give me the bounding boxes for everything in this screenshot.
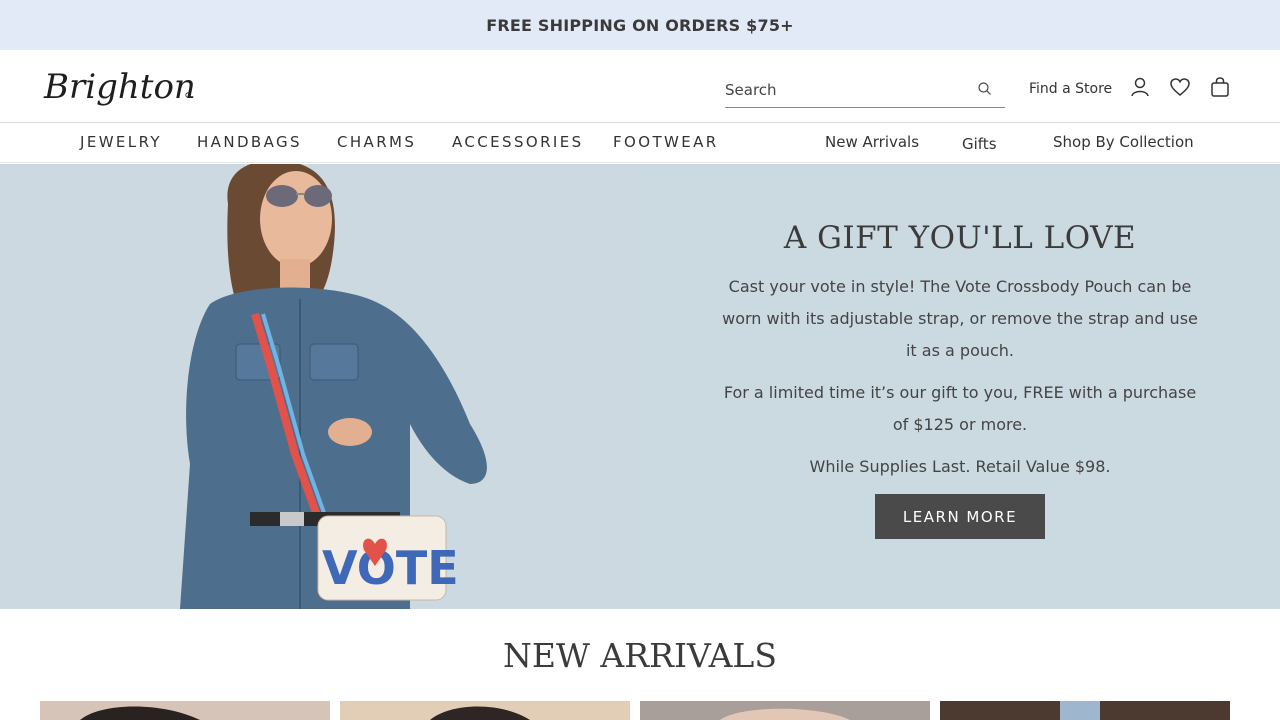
heart-icon[interactable] bbox=[1169, 76, 1191, 98]
nav-shop-by-collection[interactable]: Shop By Collection bbox=[1053, 133, 1194, 151]
product-tile-1[interactable] bbox=[40, 701, 330, 720]
hero-banner: VOTE A GIFT YOU'LL LOVE Cast your vote i… bbox=[0, 164, 1280, 609]
hero-disclaimer: While Supplies Last. Retail Value $98. bbox=[809, 457, 1111, 476]
product-tile-2[interactable] bbox=[340, 701, 630, 720]
brand-logo[interactable]: Brighton bbox=[42, 64, 196, 110]
learn-more-button[interactable]: LEARN MORE bbox=[875, 494, 1045, 539]
svg-text:Brighton: Brighton bbox=[43, 67, 194, 107]
site-header: Brighton Find a Store bbox=[0, 50, 1280, 123]
promo-text: FREE SHIPPING ON ORDERS $75+ bbox=[486, 15, 794, 35]
bag-icon[interactable] bbox=[1209, 76, 1231, 98]
product-tile-4[interactable] bbox=[940, 701, 1230, 720]
nav-gifts[interactable]: Gifts bbox=[962, 135, 997, 153]
main-nav: JEWELRY HANDBAGS CHARMS ACCESSORIES FOOT… bbox=[0, 123, 1280, 163]
logo-wordmark: Brighton bbox=[43, 67, 196, 107]
nav-jewelry[interactable]: JEWELRY bbox=[80, 133, 162, 151]
find-store-link[interactable]: Find a Store bbox=[1029, 81, 1112, 97]
svg-text:VOTE: VOTE bbox=[322, 541, 459, 595]
hero-offer: For a limited time it’s our gift to you,… bbox=[723, 383, 1197, 434]
hero-content: A GIFT YOU'LL LOVE Cast your vote in sty… bbox=[640, 164, 1280, 609]
hero-title: A GIFT YOU'LL LOVE bbox=[783, 220, 1137, 256]
search-box bbox=[725, 74, 1005, 108]
hero-model-photo: VOTE bbox=[0, 164, 640, 609]
new-arrivals-title: NEW ARRIVALS bbox=[503, 636, 777, 675]
promo-bar: FREE SHIPPING ON ORDERS $75+ bbox=[0, 0, 1280, 50]
nav-footwear[interactable]: FOOTWEAR bbox=[613, 133, 719, 151]
nav-handbags[interactable]: HANDBAGS bbox=[197, 133, 302, 151]
account-icon[interactable] bbox=[1129, 76, 1151, 98]
nav-new-arrivals[interactable]: New Arrivals bbox=[825, 133, 919, 151]
search-icon[interactable] bbox=[977, 81, 993, 97]
hero-description: Cast your vote in style! The Vote Crossb… bbox=[722, 277, 1198, 360]
nav-charms[interactable]: CHARMS bbox=[337, 133, 416, 151]
search-input[interactable] bbox=[725, 78, 965, 102]
nav-accessories[interactable]: ACCESSORIES bbox=[452, 133, 584, 151]
product-tile-3[interactable] bbox=[640, 701, 930, 720]
